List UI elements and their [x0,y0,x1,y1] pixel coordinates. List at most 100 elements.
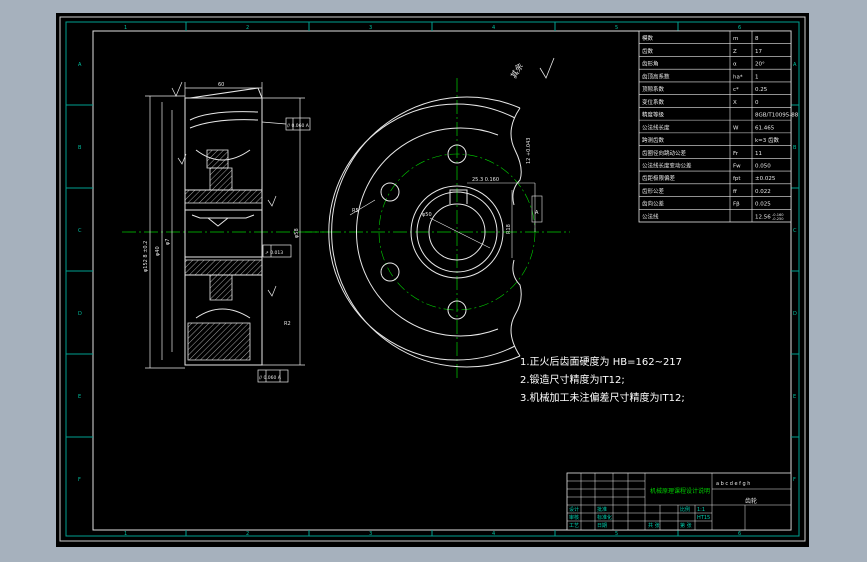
param-symbol: fpt [733,176,741,182]
zone-right-b: B [793,145,797,151]
param-value: 0.025 [755,202,771,208]
zone-bottom-5: 5 [615,531,618,537]
param-label: 模数 [642,34,654,42]
dim-bore-side: φ58 [294,228,300,238]
zone-right-f: F [793,477,796,483]
zone-right-a: A [793,62,797,68]
note-1: 1.正火后齿面硬度为 HB=162~217 [520,355,682,368]
param-value: 0.022 [755,189,771,195]
param-value: 8 [755,36,759,42]
cad-drawing-sheet: 1 2 3 4 5 6 1 2 3 4 5 6 A B C D E F A B … [0,0,867,562]
param-symbol: Fw [733,164,741,170]
zone-right-c: C [793,228,797,234]
param-label: 公法线长度变动公差 [642,162,692,170]
param-label: 公法线长度 [642,123,670,131]
param-label: 齿数 [642,47,654,55]
param-value: 61.465 [755,125,775,131]
zone-top-5: 5 [615,25,618,31]
tb-company: 机械原理课程设计说明 [650,487,710,495]
title-block: a b c d e f g h 机械原理课程设计说明 齿轮 设计 审核 工艺 批… [566,472,792,531]
dim-left-b: φ40 [155,246,161,256]
param-value: 0.050 [755,164,771,170]
dim-left-a: φ152 8 ±0.2 [143,241,149,272]
param-symbol: m [733,36,738,42]
param-symbol: ff [733,189,737,195]
param-label: 齿圈径向跳动公差 [642,149,687,157]
tb-cell-scale: 比例 [680,506,690,513]
param-label: 齿向公差 [642,200,665,208]
zone-right-d: D [793,311,797,317]
param-value: 12.56 [755,214,771,220]
param-symbol: X [733,100,737,106]
zone-bottom-1: 1 [124,531,127,537]
tb-cell-sheet: 第 张 [680,522,692,529]
param-label: 公法线 [642,212,659,220]
param-symbol: ha* [733,74,743,80]
param-value: 8GB/T10095-88 [755,113,799,119]
tb-cell-sheets: 共 张 [648,522,660,529]
param-label: 齿形公差 [642,187,665,195]
param-label: 变位系数 [642,98,665,106]
params-table: 模数 m 8 齿数 Z 17 齿形角 α 20° 齿顶高系数 ha* 1 顶隙系数 c* 0.25 变位系数 X… [638,30,799,223]
param-symbol: α [733,62,737,68]
zone-bottom-6: 6 [738,531,741,537]
dim-left-c: φ7 [165,239,171,245]
gdt-mid: ↗ 0.013 [265,250,283,256]
tb-scale-header: a b c d e f g h [716,481,750,487]
tb-cell-design: 设计 [569,506,579,513]
param-value: ±0.025 [755,176,776,182]
zone-left-c: C [78,228,82,234]
dim-keyway: 25.3 0.160 [472,177,499,183]
param-value: 1 [755,74,759,80]
zone-top-1: 1 [124,25,127,31]
param-value: 11 [755,151,762,157]
zone-right-e: E [793,394,796,400]
param-label: 齿距极限偏差 [642,174,676,182]
note-2: 2.锻造尺寸精度为IT12; [520,373,625,386]
tb-cell-date: 日期 [597,523,607,529]
zone-bottom-3: 3 [369,531,372,537]
param-label: 齿顶高系数 [642,72,670,80]
param-label: 精度等级 [642,111,665,119]
zone-bottom-2: 2 [246,531,249,537]
datum-label: A [535,210,539,216]
zone-left-f: F [78,477,81,483]
param-value: 0 [755,100,759,106]
dim-top: 60 [218,82,224,88]
tb-cell-ratio: 1:1 [697,507,705,513]
gdt-bottom: // 0.060 A [259,375,282,381]
zone-bottom-4: 4 [492,531,495,537]
zone-top-4: 4 [492,25,495,31]
param-symbol: c* [733,87,739,93]
param-symbol: W [733,125,739,131]
param-value: 20° [755,62,765,68]
param-tol-lower: -0.250 [772,217,784,221]
param-value: 0.25 [755,87,768,93]
dim-right-r: R2 [284,321,291,327]
tb-cell-material: HT15 [697,515,710,521]
note-3: 3.机械加工未注偏差尺寸精度为IT12; [520,391,685,404]
param-label: 跨测齿数 [642,136,665,144]
param-value: k=3 齿数 [755,136,780,144]
param-symbol: Fr [733,151,739,157]
tb-cell-process: 工艺 [569,523,579,529]
zone-left-b: B [78,145,82,151]
param-label: 齿形角 [642,60,659,68]
keyway-width: R18 [506,224,512,234]
dim-bore: φ50 [422,212,432,218]
dim-radius: R5 [352,208,359,214]
tb-drawing-name: 齿轮 [745,497,757,505]
zone-left-d: D [78,311,82,317]
param-symbol: Fβ [733,202,740,208]
keyway-tol: 12 +0.043 [526,138,532,164]
zone-top-2: 2 [246,25,249,31]
param-label: 顶隙系数 [642,85,665,93]
gdt-top: // 0.060 A [287,123,310,129]
param-value: 17 [755,49,762,55]
zone-left-a: A [78,62,82,68]
zone-top-3: 3 [369,25,372,31]
zone-left-e: E [78,394,81,400]
zone-top-6: 6 [738,25,741,31]
param-symbol: Z [733,49,737,55]
tb-cell-std: 标准化 [597,514,612,521]
